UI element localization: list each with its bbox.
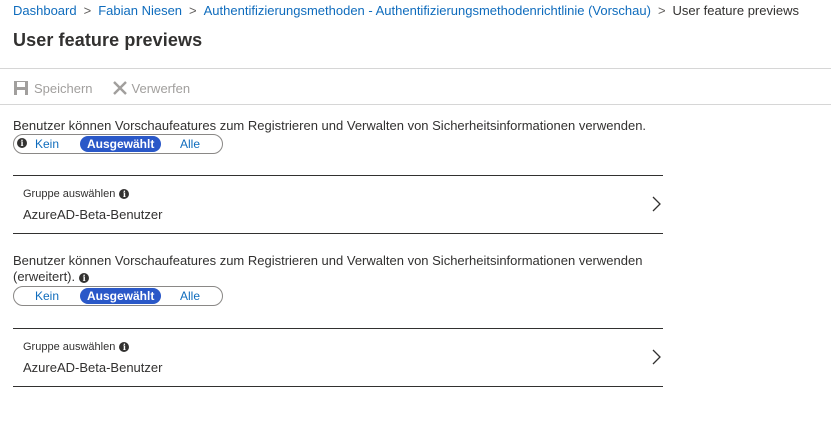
page-title: User feature previews bbox=[13, 30, 203, 50]
chevron-right-icon bbox=[652, 349, 661, 365]
setting-description-text: Benutzer können Vorschaufeatures zum Reg… bbox=[13, 118, 647, 133]
setting-description: Benutzer können Vorschaufeatures zum Reg… bbox=[13, 253, 653, 285]
toggle-option-none[interactable]: Kein bbox=[35, 137, 59, 151]
group-selector[interactable]: Gruppe auswählen i AzureAD-Beta-Benutzer bbox=[13, 328, 663, 387]
discard-button[interactable]: Verwerfen bbox=[112, 80, 191, 96]
group-label: Gruppe auswählen i bbox=[23, 188, 130, 200]
breadcrumb-separator: > bbox=[83, 3, 92, 18]
info-icon[interactable]: i bbox=[119, 189, 130, 200]
breadcrumb-separator: > bbox=[657, 3, 666, 18]
close-icon bbox=[112, 81, 127, 95]
breadcrumb-link-auth-methods[interactable]: Authentifizierungsmethoden - Authentifiz… bbox=[204, 3, 651, 18]
group-label-text: Gruppe auswählen bbox=[23, 341, 116, 353]
chevron-right-icon bbox=[652, 196, 661, 212]
breadcrumb-current: User feature previews bbox=[672, 3, 799, 18]
group-value: AzureAD-Beta-Benutzer bbox=[23, 360, 163, 375]
breadcrumb-link-dashboard[interactable]: Dashboard bbox=[13, 3, 77, 18]
toolbar: Speichern Verwerfen bbox=[13, 79, 210, 97]
group-label: Gruppe auswählen i bbox=[23, 341, 130, 353]
divider bbox=[0, 104, 831, 105]
toggle-option-none[interactable]: Kein bbox=[35, 289, 59, 303]
breadcrumb-separator: > bbox=[189, 3, 197, 18]
breadcrumb: Dashboard > Fabian Niesen > Authentifizierun… bbox=[13, 3, 799, 19]
scope-toggle: Kein Ausgewählt Alle bbox=[13, 134, 223, 154]
toggle-option-selected[interactable]: Ausgewählt bbox=[80, 136, 162, 152]
discard-label: Verwerfen bbox=[131, 80, 191, 96]
info-icon[interactable]: i bbox=[79, 272, 90, 283]
save-icon bbox=[14, 81, 28, 95]
toggle-option-all[interactable]: Alle bbox=[180, 289, 200, 303]
toggle-option-selected[interactable]: Ausgewählt bbox=[80, 288, 162, 304]
info-icon[interactable]: i bbox=[119, 342, 130, 353]
save-label: Speichern bbox=[34, 80, 93, 96]
group-selector[interactable]: Gruppe auswählen i AzureAD-Beta-Benutzer bbox=[13, 175, 663, 234]
save-button[interactable]: Speichern bbox=[13, 80, 93, 96]
toggle-option-all[interactable]: Alle bbox=[180, 137, 200, 151]
divider bbox=[0, 68, 831, 69]
breadcrumb-link-user[interactable]: Fabian Niesen bbox=[98, 3, 182, 18]
group-value: AzureAD-Beta-Benutzer bbox=[23, 207, 163, 222]
group-label-text: Gruppe auswählen bbox=[23, 188, 116, 200]
scope-toggle: Kein Ausgewählt Alle bbox=[13, 286, 223, 306]
setting-description-text: Benutzer können Vorschaufeatures zum Reg… bbox=[13, 253, 643, 284]
